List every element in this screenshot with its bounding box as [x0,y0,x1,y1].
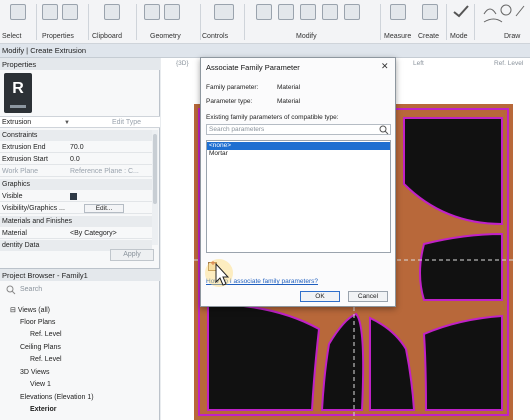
view-tab-3d[interactable]: {3D} [176,60,189,71]
tree-ref-level-1[interactable]: Ref. Level [30,331,62,338]
search-parameters-input[interactable]: Search parameters [206,124,391,135]
family-parameter-value: Material [277,84,301,91]
move-icon [322,4,338,20]
paste-icon [104,4,120,20]
browser-search[interactable]: Search [2,284,152,296]
edit-type-button[interactable]: Edit Type [112,119,141,126]
view-tab-ref-level[interactable]: Ref. Level [494,60,523,71]
ribbon-group-controls[interactable]: Controls [202,0,242,44]
ribbon-group-mode[interactable]: Mode [448,0,474,44]
cut-geometry-icon [144,4,160,20]
row-extrusion-start[interactable]: Extrusion Start 0.0 [0,154,152,165]
ribbon-group-properties[interactable]: Properties [38,0,86,44]
tree-exterior[interactable]: Exterior [30,406,56,413]
parameter-type-label: Parameter type: [206,98,253,105]
offset-icon [278,4,294,20]
chevron-down-icon[interactable]: ▼ [64,120,70,126]
search-icon [379,125,389,135]
ribbon-group-geometry[interactable]: Geometry [138,0,198,44]
mirror-icon [300,4,316,20]
ribbon-group-measure[interactable]: Measure [382,0,416,44]
list-item-none[interactable]: <none> [207,142,390,150]
search-icon [6,285,16,295]
mouse-cursor-icon [205,259,233,287]
properties-scrollbar[interactable] [152,130,158,245]
parameter-type-value: Material [277,98,301,105]
tree-3d-views[interactable]: 3D Views [20,369,49,376]
cancel-button[interactable]: Cancel [348,291,388,302]
section-graphics[interactable]: Graphics [0,179,152,190]
context-bar: Modify | Create Extrusion [0,44,530,58]
ribbon-group-select[interactable]: Select [0,0,36,44]
tree-views-all[interactable]: ⊟ Views (all) [10,306,50,314]
edit-visibility-button[interactable]: Edit... [84,204,124,213]
list-item-mortar[interactable]: Mortar [207,150,390,158]
section-constraints[interactable]: Constraints [0,130,152,141]
ribbon-group-create[interactable]: Create [416,0,446,44]
context-title: Modify | Create Extrusion [2,46,87,55]
view-tab-left[interactable]: Left [413,60,424,71]
row-visible[interactable]: Visible [0,191,152,202]
apply-button[interactable]: Apply [110,249,154,261]
create-icon [422,4,438,20]
dialog-title: Associate Family Parameter [206,63,300,72]
ribbon-group-draw[interactable]: Draw [476,0,530,44]
ok-button[interactable]: OK [300,291,340,302]
finish-mode-icon[interactable] [452,4,470,18]
row-material[interactable]: Material <By Category> [0,228,152,239]
join-geometry-icon [164,4,180,20]
tree-view-1[interactable]: View 1 [30,381,51,388]
row-extrusion-end[interactable]: Extrusion End 70.0 [0,142,152,153]
properties-icon [42,4,58,20]
tree-floor-plans[interactable]: Floor Plans [20,319,55,326]
tree-ceiling-plans[interactable]: Ceiling Plans [20,344,61,351]
align-icon [256,4,272,20]
type-selector[interactable]: Extrusion ▼ Edit Type [0,116,160,128]
tree-ref-level-2[interactable]: Ref. Level [30,356,62,363]
close-icon[interactable]: ✕ [381,61,389,72]
browser-title: Project Browser - Family1 [0,269,160,281]
properties-title: Properties [0,58,160,70]
ribbon-group-clipboard[interactable]: Clipboard [90,0,134,44]
revit-logo-icon: R [4,73,32,113]
family-parameter-label: Family parameter: [206,84,259,91]
visible-checkbox[interactable] [70,193,77,200]
row-work-plane: Work Plane Reference Plane : C... [0,166,152,177]
type-properties-icon [62,4,78,20]
select-icon [10,4,26,20]
ribbon: Select Properties Clipboard Geometry Con… [0,0,530,44]
row-visibility-graphics[interactable]: Visibility/Graphics ... Edit... [0,203,152,214]
measure-icon [390,4,406,20]
section-materials[interactable]: Materials and Finishes [0,216,152,227]
modify-icon [214,4,234,20]
ribbon-group-modify[interactable]: Modify [246,0,376,44]
existing-parameters-label: Existing family parameters of compatible… [206,114,339,121]
tree-elevations[interactable]: Elevations (Elevation 1) [20,394,94,401]
properties-panel: Properties R Extrusion ▼ Edit Type Const… [0,58,160,268]
draw-tools-icon[interactable] [480,2,528,26]
copy-icon [344,4,360,20]
project-browser: Project Browser - Family1 Search ⊟ Views… [0,268,160,420]
parameters-list[interactable]: <none> Mortar [206,140,391,253]
